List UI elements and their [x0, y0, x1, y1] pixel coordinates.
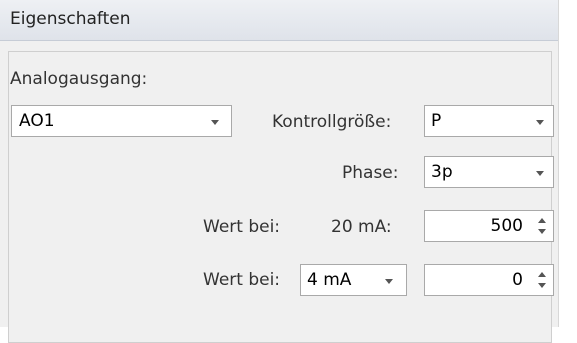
phase-select[interactable]: 3p: [424, 156, 554, 188]
chevron-down-icon: [536, 120, 544, 125]
properties-panel: Eigenschaften Analogausgang: AO1 Kontrol…: [0, 0, 559, 343]
value-at-20ma-label: Wert bei:: [203, 217, 281, 237]
analog-output-label: Analogausgang:: [10, 69, 148, 89]
analog-output-value: AO1: [19, 111, 55, 131]
value-at-4ma-spinbox[interactable]: 0: [424, 264, 554, 296]
spin-arrows-icon[interactable]: [538, 217, 546, 237]
control-variable-value: P: [431, 111, 442, 131]
spin-arrows-icon[interactable]: [538, 271, 546, 291]
arrow-up-icon: [538, 218, 546, 223]
current-4ma-value: 4 mA: [307, 270, 352, 290]
panel-title-bar: Eigenschaften: [0, 0, 558, 41]
current-20ma-label: 20 mA:: [331, 217, 392, 237]
value-at-4ma-label: Wert bei:: [203, 270, 281, 290]
properties-group: [8, 51, 552, 343]
arrow-down-icon: [538, 283, 546, 288]
control-variable-select[interactable]: P: [424, 105, 554, 137]
current-4ma-select[interactable]: 4 mA: [300, 264, 407, 296]
value-at-20ma-value: 500: [490, 216, 523, 236]
phase-value: 3p: [431, 162, 453, 182]
control-variable-label: Kontrollgröße:: [272, 112, 392, 132]
value-at-20ma-spinbox[interactable]: 500: [424, 210, 554, 242]
chevron-down-icon: [536, 171, 544, 176]
value-at-4ma-value: 0: [512, 270, 523, 290]
chevron-down-icon: [385, 279, 393, 284]
chevron-down-icon: [211, 120, 219, 125]
phase-label: Phase:: [342, 163, 399, 183]
panel-title: Eigenschaften: [10, 9, 131, 29]
analog-output-select[interactable]: AO1: [11, 105, 232, 137]
arrow-up-icon: [538, 272, 546, 277]
arrow-down-icon: [538, 229, 546, 234]
